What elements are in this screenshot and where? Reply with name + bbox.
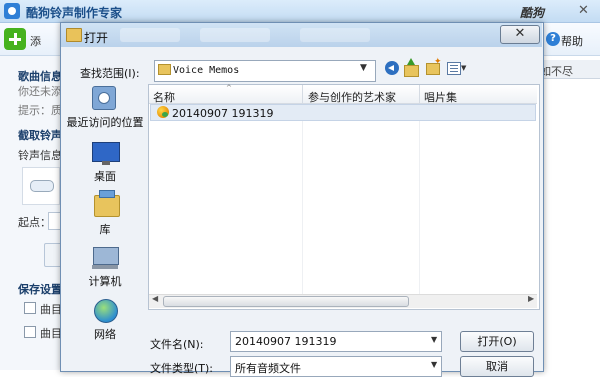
start-label: 起点： xyxy=(18,216,48,229)
scroll-left-icon[interactable]: ◀ xyxy=(152,294,158,303)
chevron-down-icon[interactable]: ▼ xyxy=(461,64,466,72)
scroll-right-icon[interactable]: ▶ xyxy=(528,294,534,303)
back-icon[interactable] xyxy=(385,61,399,75)
sort-ascending-icon: ^ xyxy=(226,84,232,92)
network-icon[interactable] xyxy=(94,299,118,323)
place-desktop[interactable]: 桌面 xyxy=(62,168,148,184)
cancel-button[interactable]: 取消 xyxy=(460,356,534,377)
volume-slider[interactable] xyxy=(30,180,54,192)
look-in-label: 查找范围(I): xyxy=(80,67,140,80)
folder-icon xyxy=(158,64,171,75)
libraries-icon[interactable] xyxy=(94,190,120,217)
save-checkbox-2-label: 曲目 xyxy=(40,327,60,340)
add-button-label[interactable]: 添 xyxy=(30,33,41,49)
up-folder-icon[interactable] xyxy=(404,65,419,77)
file-type-label: 文件类型(T): xyxy=(150,362,214,375)
place-recent[interactable]: 最近访问的位置 xyxy=(62,114,148,130)
file-name-label: 文件名(N): xyxy=(150,338,204,351)
ringtone-info-label: 铃声信息 xyxy=(18,149,60,162)
new-star-icon: ✦ xyxy=(434,57,442,67)
scrollbar-thumb[interactable] xyxy=(163,296,409,307)
add-icon[interactable] xyxy=(4,28,26,50)
app-brand-logo: 酷狗 xyxy=(520,6,545,20)
app-title: 酷狗铃声制作专家 xyxy=(26,6,123,20)
column-divider xyxy=(302,104,303,294)
save-checkbox-2[interactable] xyxy=(24,326,36,338)
open-button[interactable]: 打开(O) xyxy=(460,331,534,352)
up-arrow-icon[interactable] xyxy=(407,58,415,65)
column-album-label: 唱片集 xyxy=(424,91,457,104)
background-ghost xyxy=(300,28,370,42)
hint-text: 提示：质 xyxy=(18,104,60,117)
place-computer[interactable]: 计算机 xyxy=(62,273,148,289)
song-info-text: 你还未添 xyxy=(18,85,60,98)
column-divider xyxy=(419,104,420,294)
app-close-button[interactable]: ✕ xyxy=(578,3,589,18)
view-menu-icon[interactable] xyxy=(447,62,461,75)
dialog-close-button[interactable]: ✕ xyxy=(500,25,540,44)
background-ghost xyxy=(120,28,180,42)
desktop-icon[interactable] xyxy=(92,142,120,165)
save-checkbox-1-label: 曲目 xyxy=(40,303,60,316)
column-name-label: 名称 xyxy=(153,91,175,104)
save-settings-heading: 保存设置 xyxy=(18,283,60,296)
file-name-value[interactable]: 20140907 191319 xyxy=(235,335,336,348)
place-libraries[interactable]: 库 xyxy=(62,221,148,237)
chevron-down-icon[interactable]: ▼ xyxy=(431,335,437,344)
chevron-down-icon[interactable]: ▼ xyxy=(431,360,437,369)
recent-places-icon[interactable] xyxy=(92,86,116,110)
clip-heading: 截取铃声 xyxy=(18,129,60,142)
computer-icon[interactable] xyxy=(92,247,119,269)
place-network[interactable]: 网络 xyxy=(62,326,148,342)
chevron-down-icon[interactable]: ▼ xyxy=(360,63,367,73)
background-ghost xyxy=(200,28,270,42)
help-icon[interactable]: ? xyxy=(546,32,560,46)
file-type-value[interactable]: 所有音频文件 xyxy=(235,360,301,376)
dialog-title: 打开 xyxy=(84,31,109,45)
save-checkbox-1[interactable] xyxy=(24,302,36,314)
folder-icon xyxy=(66,28,82,42)
audio-file-icon xyxy=(157,106,169,118)
column-artist-label: 参与创作的艺术家 xyxy=(308,91,396,104)
song-info-heading: 歌曲信息 xyxy=(18,70,60,83)
look-in-value: Voice Memos xyxy=(173,65,240,76)
help-button-label[interactable]: 帮助 xyxy=(561,33,583,49)
list-item-name[interactable]: 20140907 191319 xyxy=(172,107,273,120)
kugou-logo-icon xyxy=(4,3,20,19)
right-column-header-label: 如不尽 xyxy=(540,65,573,78)
